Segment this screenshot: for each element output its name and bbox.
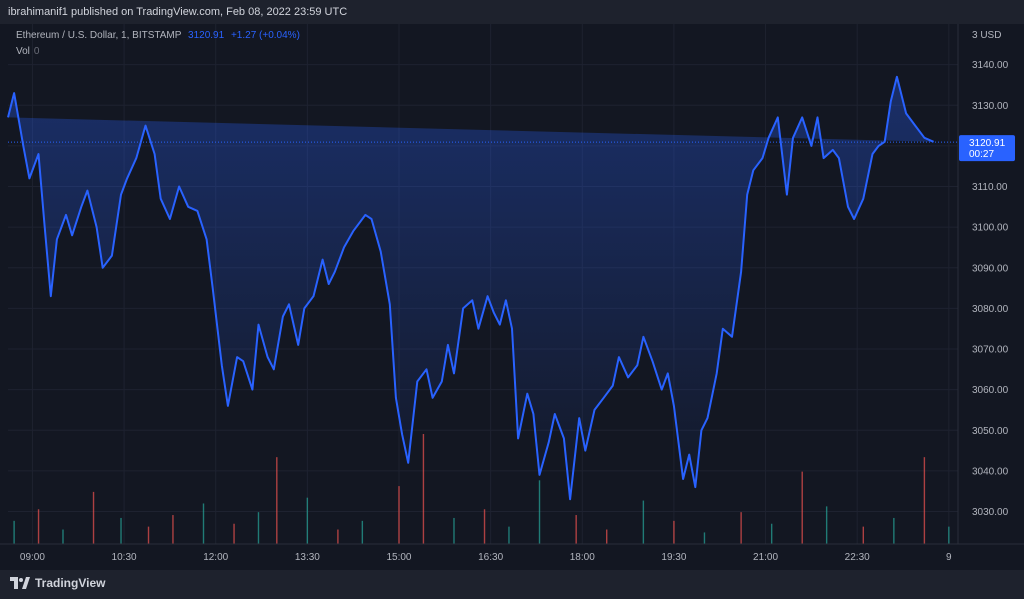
volume-bar: [398, 486, 400, 544]
tradingview-logo[interactable]: TradingView: [10, 576, 105, 590]
volume-bar: [948, 526, 950, 544]
tradingview-brand: TradingView: [35, 576, 106, 590]
volume-bar: [923, 457, 926, 544]
footer-bar: TradingView: [0, 570, 1024, 599]
volume-bar: [62, 529, 64, 544]
volume-bar: [202, 503, 205, 544]
tradingview-logo-icon: [10, 577, 30, 589]
y-tick-label: 3070.00: [972, 345, 1009, 356]
price-chart[interactable]: 3030.00 3040.00 3050.00 3060.00 3070.00 3080.…: [0, 24, 1024, 570]
y-tick-label: 3060.00: [972, 385, 1009, 396]
volume-bar: [538, 480, 541, 544]
volume-bar: [575, 515, 577, 544]
volume-bar: [740, 512, 742, 544]
price-change: +1.27 (+0.04%): [230, 30, 300, 41]
volume-bar: [37, 509, 40, 544]
volume-bar: [508, 526, 510, 544]
y-tick-label: 3130.00: [972, 101, 1009, 112]
volume-bar: [801, 471, 803, 544]
y-tick-label: 3050.00: [972, 426, 1009, 437]
volume-legend[interactable]: Vol 0: [16, 46, 39, 57]
volume-value: 0: [33, 46, 40, 57]
last-price-value: 3120.91: [969, 138, 1006, 149]
x-tick-label: 13:30: [295, 552, 320, 563]
volume-bars: [13, 434, 950, 544]
volume-bar: [483, 509, 486, 544]
volume-bar: [703, 532, 706, 544]
y-tick-label: 3090.00: [972, 263, 1009, 274]
publisher-info: ibrahimanif1 published on TradingView.co…: [8, 6, 348, 18]
volume-bar: [337, 529, 339, 544]
volume-bar: [147, 526, 150, 544]
y-tick-label: 3040.00: [972, 466, 1009, 477]
candle-countdown: 00:27: [969, 149, 994, 160]
top-bar: ibrahimanif1 published on TradingView.co…: [0, 0, 1024, 24]
volume-bar: [862, 526, 865, 544]
x-tick-label: 9: [946, 552, 952, 563]
y-tick-label: 3140.00: [972, 60, 1009, 71]
x-tick-label: 18:00: [570, 552, 595, 563]
volume-bar: [770, 523, 773, 544]
x-tick-label: 19:30: [661, 552, 686, 563]
price-axis: 3030.00 3040.00 3050.00 3060.00 3070.00 3080.…: [957, 24, 1009, 544]
volume-bar: [453, 517, 455, 544]
volume-bar: [642, 500, 645, 544]
volume-bar: [172, 515, 174, 544]
y-tick-label: 3080.00: [972, 304, 1009, 315]
x-tick-label: 15:00: [386, 552, 411, 563]
y-tick-label: 3110.00: [972, 182, 1008, 193]
volume-bar: [606, 529, 608, 544]
y-tick-label: 3100.00: [972, 223, 1009, 234]
y-tick-label: 3030.00: [972, 507, 1009, 518]
x-tick-label: 10:30: [112, 552, 137, 563]
volume-bar: [673, 520, 675, 544]
currency-label[interactable]: 3 USD: [972, 30, 1001, 41]
volume-bar: [893, 517, 895, 544]
volume-bar: [257, 512, 260, 544]
volume-bar: [825, 506, 828, 544]
time-axis: 09:00 10:30 12:00 13:30 15:00 16:30 18:00 19:30…: [0, 543, 1024, 563]
volume-bar: [92, 491, 95, 544]
last-price-badge: 3120.91 00:27: [959, 135, 1015, 162]
volume-bar: [120, 517, 122, 544]
symbol-legend[interactable]: Ethereum / U.S. Dollar, 1, BITSTAMP 3120…: [16, 30, 300, 41]
volume-bar: [13, 520, 15, 544]
symbol-name: Ethereum / U.S. Dollar, 1, BITSTAMP: [16, 30, 182, 41]
x-tick-label: 09:00: [20, 552, 45, 563]
volume-bar: [233, 523, 235, 544]
x-tick-label: 21:00: [753, 552, 778, 563]
volume-bar: [422, 434, 425, 544]
volume-label: Vol: [16, 46, 30, 57]
price-area-fill: [8, 76, 934, 500]
volume-bar: [276, 457, 278, 544]
volume-bar: [361, 520, 364, 544]
x-tick-label: 22:30: [845, 552, 870, 563]
x-tick-label: 16:30: [478, 552, 503, 563]
last-price: 3120.91: [188, 30, 225, 41]
volume-bar: [306, 497, 309, 544]
x-tick-label: 12:00: [203, 552, 228, 563]
